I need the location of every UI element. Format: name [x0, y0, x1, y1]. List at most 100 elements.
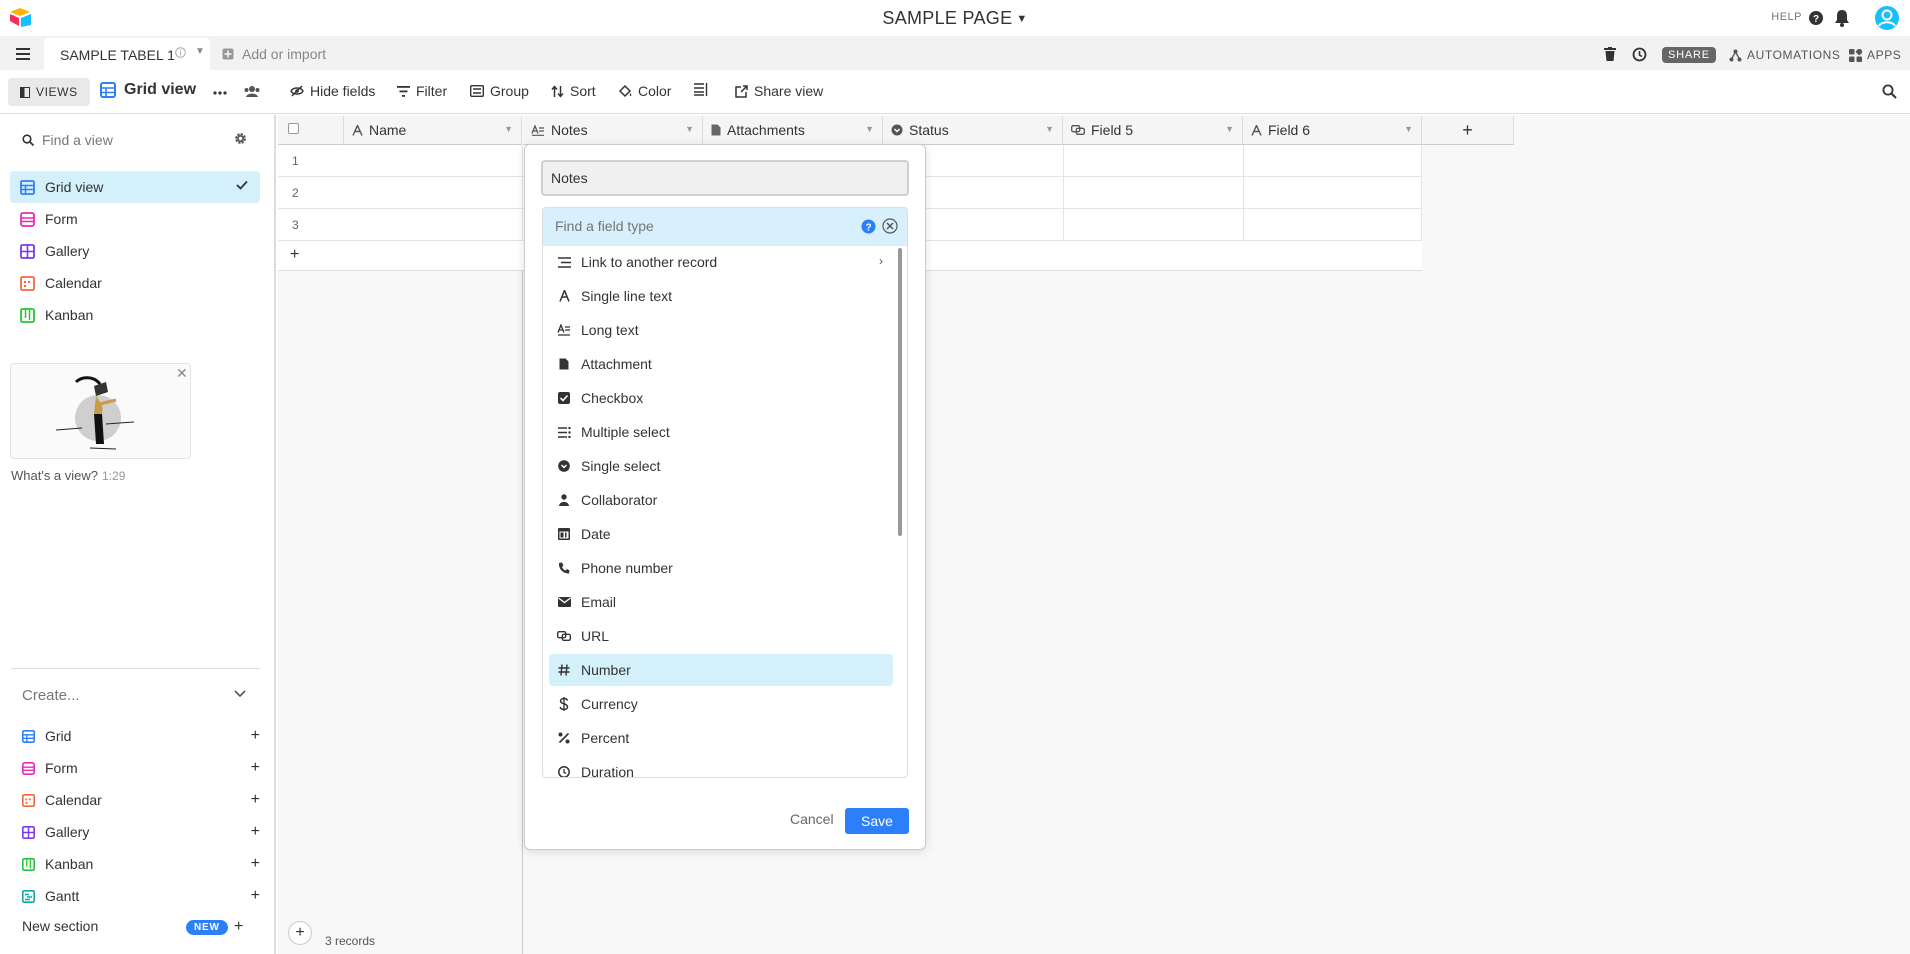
field-type-attachment[interactable]: Attachment [549, 348, 893, 380]
column-header-name[interactable]: Name ▼ [344, 116, 522, 145]
field-type-date[interactable]: Date [549, 518, 893, 550]
field-type-link-to-record[interactable]: Link to another record › [549, 246, 893, 278]
close-icon[interactable]: ✕ [176, 365, 188, 382]
table-tab[interactable]: SAMPLE TABEL 1 ▼ [44, 38, 210, 70]
history-icon[interactable] [1632, 47, 1647, 62]
create-gantt-view[interactable]: Gantt + [22, 884, 260, 908]
field-type-checkbox[interactable]: Checkbox [549, 382, 893, 414]
more-options-icon[interactable] [213, 91, 227, 95]
plus-icon[interactable]: + [251, 727, 260, 745]
whats-a-view-video-card[interactable]: ✕ [10, 363, 191, 459]
create-gallery-view[interactable]: Gallery + [22, 820, 260, 844]
share-view-button[interactable]: Share view [735, 83, 823, 99]
chevron-down-icon[interactable]: ▼ [504, 124, 513, 134]
search-icon [22, 134, 34, 146]
chevron-down-icon[interactable]: ▼ [685, 124, 694, 134]
select-all-checkbox[interactable] [288, 122, 299, 134]
sidebar-view-grid[interactable]: Grid view [10, 171, 260, 203]
plus-icon[interactable]: + [251, 759, 260, 777]
chevron-down-icon[interactable]: ▼ [1045, 124, 1054, 134]
field-type-search-input[interactable] [555, 218, 845, 234]
chevron-down-icon[interactable] [234, 690, 246, 698]
trash-icon[interactable] [1604, 47, 1616, 61]
create-kanban-view[interactable]: Kanban + [22, 852, 260, 876]
new-section-button[interactable]: New section [22, 918, 98, 934]
field-type-long-text[interactable]: Long text [549, 314, 893, 346]
chevron-down-icon[interactable]: ▼ [1225, 124, 1234, 134]
column-header-field-6[interactable]: Field 6 ▼ [1243, 116, 1422, 145]
share-button[interactable]: SHARE [1662, 47, 1716, 63]
chevron-down-icon[interactable]: ▼ [195, 46, 205, 57]
add-record-button[interactable]: + [288, 921, 312, 945]
chevron-down-icon[interactable]: ▼ [1404, 124, 1413, 134]
help-icon[interactable]: ? [861, 219, 876, 234]
field-type-multiple-select[interactable]: Multiple select [549, 416, 893, 448]
search-icon[interactable] [1882, 84, 1897, 99]
field-type-phone-number[interactable]: Phone number [549, 552, 893, 584]
info-icon[interactable] [175, 47, 186, 58]
notifications-bell-icon[interactable] [1834, 9, 1850, 27]
hide-fields-button[interactable]: Hide fields [290, 83, 375, 99]
sidebar-view-gallery[interactable]: Gallery [10, 235, 260, 267]
field-type-url[interactable]: URL [549, 620, 893, 652]
current-view-selector[interactable]: Grid view [100, 81, 196, 99]
sidebar-view-calendar[interactable]: Calendar [10, 267, 260, 299]
field-type-single-select[interactable]: Single select [549, 450, 893, 482]
save-button[interactable]: Save [845, 808, 909, 834]
filter-button[interactable]: Filter [397, 83, 447, 99]
create-calendar-view[interactable]: Calendar + [22, 788, 260, 812]
close-icon[interactable] [882, 218, 898, 234]
plus-icon[interactable]: + [251, 855, 260, 873]
collaborative-view-icon[interactable] [244, 84, 260, 98]
plus-icon[interactable]: + [251, 791, 260, 809]
cell-divider [1063, 177, 1064, 209]
add-or-import-button[interactable]: Add or import [222, 46, 326, 62]
plus-icon[interactable]: + [234, 918, 243, 936]
create-view-heading[interactable]: Create... [22, 687, 80, 704]
help-icon[interactable]: ? [1808, 10, 1824, 26]
column-header-attachments[interactable]: Attachments ▼ [703, 116, 883, 145]
field-name-input[interactable] [541, 160, 909, 196]
find-view-search[interactable]: Find a view [22, 132, 113, 148]
chevron-down-icon[interactable]: ▼ [865, 124, 874, 134]
column-header-field-5[interactable]: Field 5 ▼ [1063, 116, 1243, 145]
automations-button[interactable]: AUTOMATIONS [1729, 48, 1841, 62]
color-button[interactable]: Color [618, 83, 671, 99]
field-type-single-line-text[interactable]: Single line text [549, 280, 893, 312]
create-item-label: Kanban [45, 856, 94, 872]
cancel-button[interactable]: Cancel [790, 811, 834, 827]
checkbox-icon [557, 391, 571, 405]
field-type-collaborator[interactable]: Collaborator [549, 484, 893, 516]
create-form-view[interactable]: Form + [22, 756, 260, 780]
add-field-button[interactable]: + [1422, 116, 1514, 145]
apps-button[interactable]: APPS [1849, 48, 1901, 62]
sidebar-view-kanban[interactable]: Kanban [10, 299, 260, 331]
views-sidebar-toggle[interactable]: VIEWS [8, 78, 90, 106]
video-duration: 1:29 [102, 469, 126, 483]
field-type-list-scrollbar[interactable] [898, 248, 902, 536]
plus-icon[interactable]: + [251, 887, 260, 905]
field-type-email[interactable]: Email [549, 586, 893, 618]
column-title: Field 6 [1268, 122, 1311, 138]
field-type-currency[interactable]: Currency [549, 688, 893, 720]
base-title[interactable]: SAMPLE PAGE ▼ [0, 8, 1910, 29]
hamburger-menu-icon[interactable] [16, 48, 30, 60]
column-header-notes[interactable]: Notes ▼ [523, 116, 703, 145]
plus-icon[interactable]: + [251, 823, 260, 841]
field-type-percent[interactable]: Percent [549, 722, 893, 754]
sidebar-view-form[interactable]: Form [10, 203, 260, 235]
whats-a-view-caption[interactable]: What's a view? 1:29 [11, 468, 125, 483]
gear-icon[interactable] [234, 132, 247, 145]
row-height-button[interactable] [694, 83, 708, 96]
column-header-status[interactable]: Status ▼ [883, 116, 1063, 145]
sort-button[interactable]: Sort [551, 83, 596, 99]
select-all-header[interactable] [278, 116, 344, 145]
help-link[interactable]: HELP [1771, 11, 1802, 23]
field-type-number[interactable]: Number [549, 654, 893, 686]
group-button[interactable]: Group [470, 83, 529, 99]
field-type-duration[interactable]: Duration [549, 756, 893, 777]
user-avatar[interactable] [1874, 5, 1900, 31]
plus-icon[interactable]: + [290, 246, 299, 264]
whats-a-view-title: What's a view? [11, 468, 99, 483]
create-grid-view[interactable]: Grid + [22, 724, 260, 748]
